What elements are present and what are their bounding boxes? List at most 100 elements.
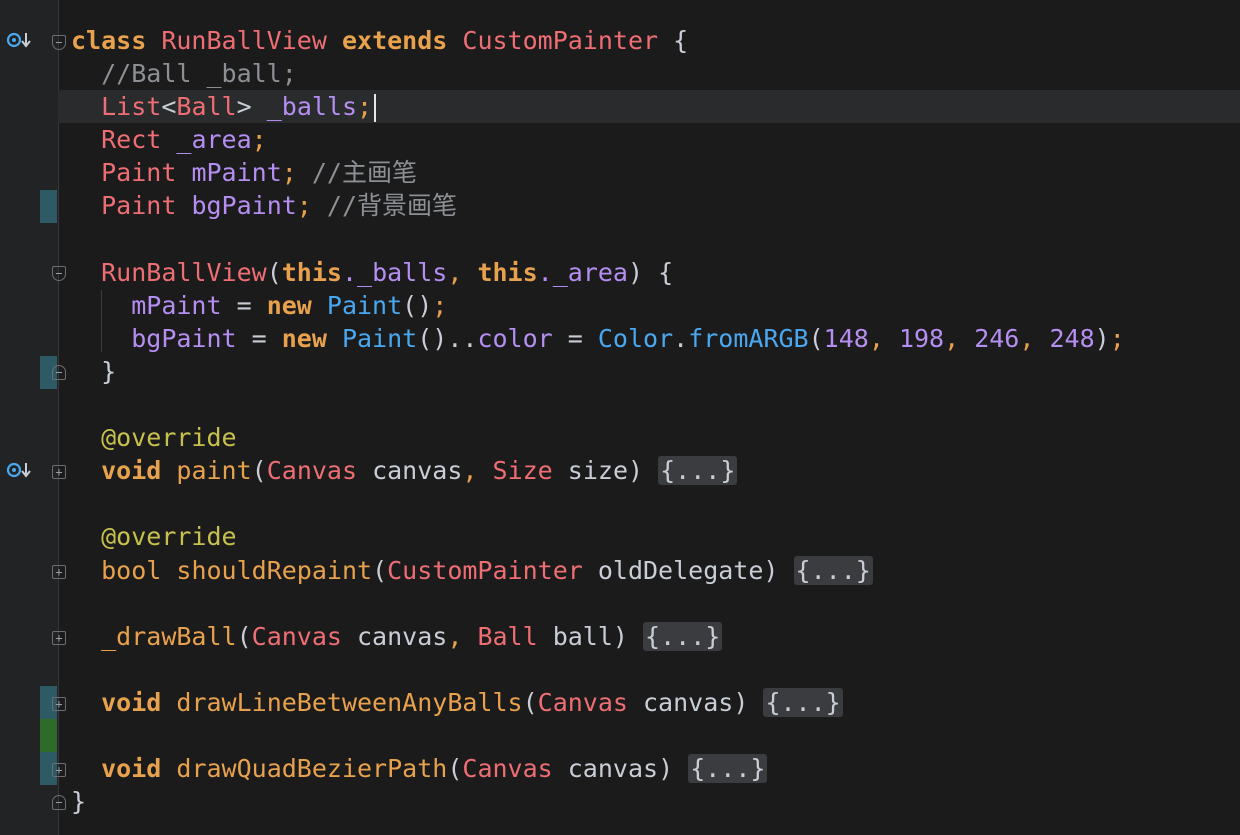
- plus-box-icon[interactable]: +: [52, 697, 66, 711]
- paren: (: [266, 257, 282, 287]
- constructor-call: Paint: [326, 290, 403, 320]
- folded-code-block[interactable]: {...}: [658, 456, 738, 486]
- code-area[interactable]: class RunBallView extends CustomPainter …: [58, 24, 1240, 818]
- change-marker-added[interactable]: [40, 719, 57, 752]
- code-editor[interactable]: + + + + + class RunBallView extends Cust…: [0, 0, 1240, 835]
- semicolon: ;: [281, 158, 297, 188]
- change-marker-modified[interactable]: [40, 190, 57, 223]
- fold-collapse-icon[interactable]: [52, 35, 66, 50]
- param-name: canvas: [627, 687, 734, 717]
- code-line[interactable]: _drawBall(Canvas canvas, Ball ball) {...…: [71, 620, 1240, 653]
- keyword: new: [266, 290, 312, 320]
- type-name: CustomPainter: [462, 26, 659, 55]
- editor-gutter[interactable]: + + + + +: [0, 0, 66, 835]
- code-line[interactable]: @override: [71, 520, 1240, 553]
- annotation: @override: [101, 423, 237, 453]
- annotation: @override: [101, 522, 237, 552]
- constructor-call: Paint: [341, 323, 418, 353]
- field-name: mPaint: [191, 158, 282, 188]
- code-line-empty[interactable]: [71, 487, 1240, 520]
- fold-end-icon[interactable]: [52, 795, 66, 810]
- folded-code-block[interactable]: {...}: [763, 687, 843, 717]
- comma: ,: [868, 323, 899, 353]
- type-name: Ball: [176, 92, 237, 122]
- type-name: Rect: [101, 125, 162, 155]
- code-line-empty[interactable]: [71, 388, 1240, 421]
- code-line[interactable]: class RunBallView extends CustomPainter …: [71, 24, 1240, 57]
- paren: ): [733, 687, 749, 717]
- code-line[interactable]: void paint(Canvas canvas, Size size) {..…: [71, 454, 1240, 487]
- folded-code-block[interactable]: {...}: [643, 621, 723, 651]
- field-ref: ._balls: [341, 257, 448, 287]
- keyword: void: [101, 687, 162, 717]
- code-line-current[interactable]: List<Ball> _balls;: [58, 90, 1240, 124]
- type-name: List: [101, 92, 162, 122]
- keyword: this: [281, 257, 342, 287]
- paren: (): [402, 290, 433, 320]
- code-line[interactable]: mPaint = new Paint();: [71, 289, 1240, 322]
- type-name: Paint: [101, 158, 177, 188]
- code-line[interactable]: Paint bgPaint; //背景画笔: [71, 189, 1240, 222]
- paren: ): [1094, 323, 1110, 353]
- plus-box-icon[interactable]: +: [52, 465, 66, 479]
- method-call: fromARGB: [688, 323, 809, 353]
- code-line-empty[interactable]: [71, 587, 1240, 620]
- plus-box-icon[interactable]: +: [52, 763, 66, 777]
- code-line[interactable]: }: [71, 355, 1240, 388]
- plus-box-icon[interactable]: +: [52, 565, 66, 579]
- text-caret: [374, 94, 377, 123]
- operator: =: [552, 323, 598, 353]
- plus-box-icon[interactable]: +: [52, 631, 66, 645]
- comma: ,: [1019, 323, 1050, 353]
- method-name: drawLineBetweenAnyBalls: [176, 687, 523, 717]
- param-name: canvas: [341, 621, 448, 651]
- code-line-empty[interactable]: [71, 653, 1240, 686]
- code-line[interactable]: Paint mPaint; //主画笔: [71, 156, 1240, 189]
- folded-code-block[interactable]: {...}: [793, 555, 873, 585]
- code-line[interactable]: RunBallView(this._balls, this._area) {: [71, 256, 1240, 289]
- code-line[interactable]: @override: [71, 421, 1240, 454]
- paren: (: [236, 621, 252, 651]
- field-name: bgPaint: [191, 191, 297, 221]
- field-ref: ._area: [537, 257, 628, 287]
- comment: //主画笔: [311, 158, 417, 188]
- code-line-empty[interactable]: [71, 719, 1240, 752]
- paren: ): [627, 257, 644, 287]
- param-name: canvas: [357, 456, 463, 486]
- code-line-empty[interactable]: [71, 223, 1240, 256]
- code-line[interactable]: bool shouldRepaint(CustomPainter oldDele…: [71, 554, 1240, 587]
- angle-bracket: >: [236, 92, 252, 122]
- code-line[interactable]: void drawLineBetweenAnyBalls(Canvas canv…: [71, 686, 1240, 719]
- comma: ,: [447, 621, 463, 651]
- code-line[interactable]: bgPaint = new Paint()..color = Color.fro…: [71, 322, 1240, 355]
- code-line[interactable]: }: [71, 785, 1240, 818]
- operator: =: [236, 323, 282, 353]
- override-down-arrow-icon[interactable]: [6, 29, 36, 51]
- number-literal: 198: [898, 323, 945, 353]
- folded-code-block[interactable]: {...}: [688, 754, 768, 784]
- class-name: RunBallView: [161, 26, 327, 55]
- type-name: Canvas: [266, 456, 358, 486]
- semicolon: ;: [432, 290, 448, 320]
- code-line[interactable]: //Ball _ball;: [71, 57, 1240, 90]
- keyword: this: [477, 257, 538, 287]
- override-down-arrow-icon[interactable]: [6, 459, 36, 481]
- param-name: oldDelegate: [582, 555, 764, 585]
- brace: {: [643, 257, 674, 287]
- method-name: shouldRepaint: [176, 555, 373, 585]
- fold-end-icon[interactable]: [52, 365, 66, 380]
- field-name: bgPaint: [131, 323, 237, 353]
- code-line[interactable]: void drawQuadBezierPath(Canvas canvas) {…: [71, 752, 1240, 785]
- cascade: ()..: [417, 323, 478, 353]
- method-name: drawQuadBezierPath: [176, 754, 448, 784]
- type-name: Canvas: [251, 621, 342, 651]
- semicolon: ;: [357, 92, 373, 122]
- code-line[interactable]: Rect _area;: [71, 123, 1240, 156]
- type-name: Ball: [477, 621, 538, 651]
- type-name: Canvas: [537, 687, 628, 717]
- fold-collapse-icon[interactable]: [52, 266, 66, 281]
- brace: }: [101, 356, 117, 386]
- comma: ,: [462, 456, 478, 486]
- brace: {: [658, 26, 689, 55]
- number-literal: 246: [974, 323, 1020, 353]
